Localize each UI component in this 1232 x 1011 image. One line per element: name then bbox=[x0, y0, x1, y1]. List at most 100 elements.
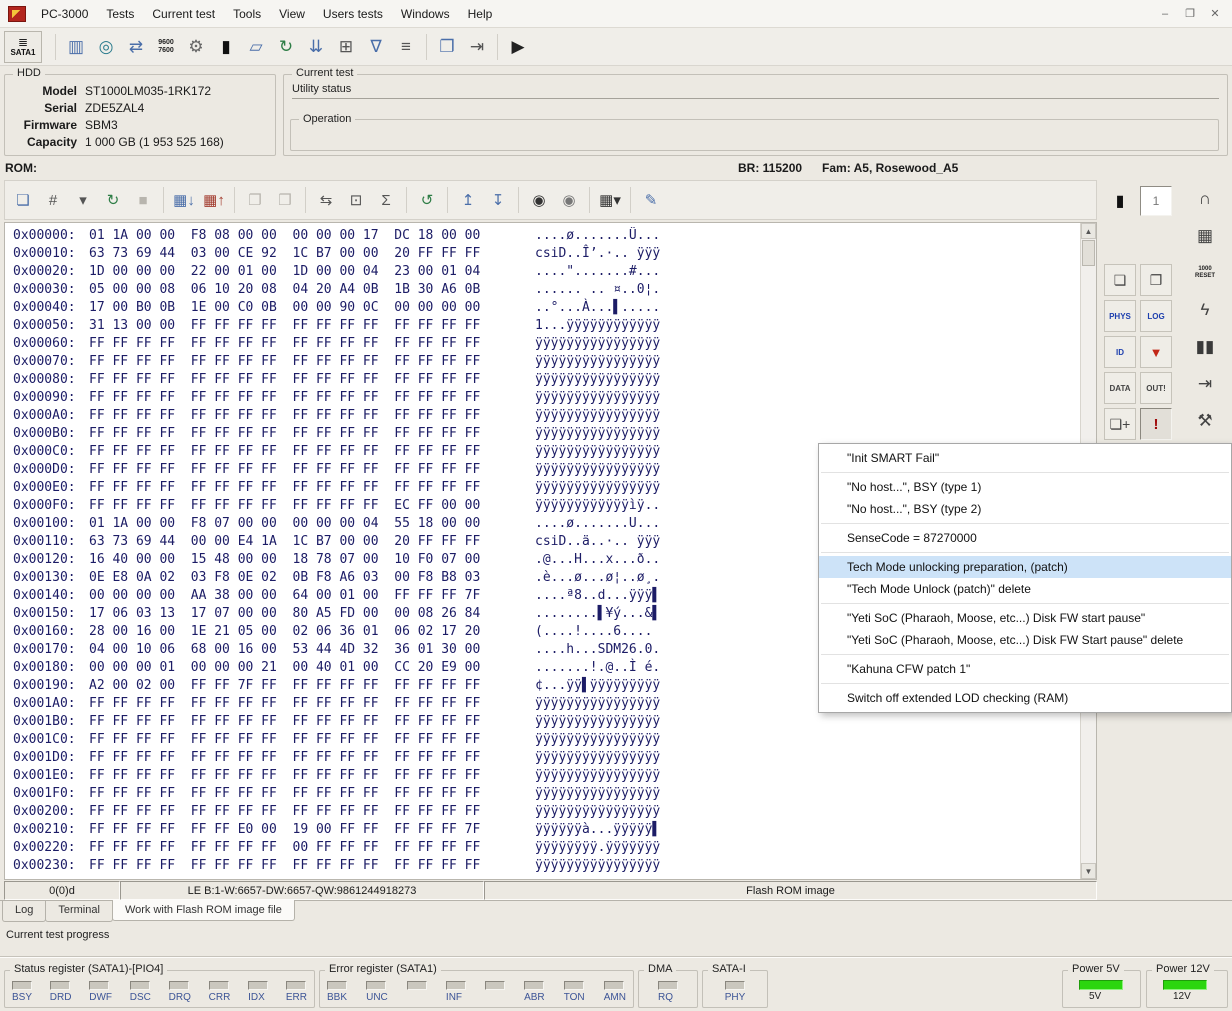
id-button[interactable]: ID bbox=[1104, 336, 1136, 368]
find-icon[interactable]: ◉ bbox=[524, 185, 554, 215]
menu-windows[interactable]: Windows bbox=[392, 2, 459, 26]
hex-row[interactable]: 0x001B0:FF FF FF FF FF FF FF FF FF FF FF… bbox=[13, 713, 1078, 731]
open-image-icon[interactable]: ❏ bbox=[8, 185, 38, 215]
context-menu-item-sensecode-87270000[interactable]: SenseCode = 87270000 bbox=[819, 527, 1231, 549]
menu-help[interactable]: Help bbox=[459, 2, 502, 26]
copy-icon[interactable]: ❐ bbox=[432, 32, 462, 62]
menu-users-tests[interactable]: Users tests bbox=[314, 2, 392, 26]
export-down-icon[interactable]: ↧ bbox=[483, 185, 513, 215]
hex-row[interactable]: 0x001D0:FF FF FF FF FF FF FF FF FF FF FF… bbox=[13, 749, 1078, 767]
search-icon[interactable]: ◎ bbox=[91, 32, 121, 62]
hex-row[interactable]: 0x001C0:FF FF FF FF FF FF FF FF FF FF FF… bbox=[13, 731, 1078, 749]
nvram-chip-icon[interactable]: ▦ bbox=[1190, 221, 1220, 251]
hex-row[interactable]: 0x000A0:FF FF FF FF FF FF FF FF FF FF FF… bbox=[13, 407, 1078, 425]
load-fw-icon[interactable]: ⇊ bbox=[301, 32, 331, 62]
out-chip-button[interactable]: OUT! bbox=[1140, 372, 1172, 404]
filter-dropdown-icon[interactable]: ▾ bbox=[68, 185, 98, 215]
tab-terminal[interactable]: Terminal bbox=[45, 901, 113, 922]
baud-rate-icon[interactable]: 9600 7600 bbox=[151, 32, 181, 62]
save-rom-file-icon[interactable]: ❏ bbox=[1104, 264, 1136, 296]
menu-pc-3000[interactable]: PC-3000 bbox=[32, 2, 97, 26]
chip-select-icon[interactable]: ▦▾ bbox=[595, 185, 625, 215]
active-chip-icon[interactable]: ▮ bbox=[1106, 186, 1134, 216]
hex-row[interactable]: 0x000B0:FF FF FF FF FF FF FF FF FF FF FF… bbox=[13, 425, 1078, 443]
structure-icon[interactable]: # bbox=[38, 185, 68, 215]
menu-tests[interactable]: Tests bbox=[97, 2, 143, 26]
menu-view[interactable]: View bbox=[270, 2, 314, 26]
context-menu-item-no-host-bsy-type-1[interactable]: "No host...", BSY (type 1) bbox=[819, 476, 1231, 498]
loopback-icon[interactable]: ∩ bbox=[1190, 184, 1220, 214]
context-menu-item-tech-mode-unlock-patch-delete[interactable]: "Tech Mode Unlock (patch)" delete bbox=[819, 578, 1231, 600]
menu-current-test[interactable]: Current test bbox=[143, 2, 224, 26]
hex-row[interactable]: 0x001F0:FF FF FF FF FF FF FF FF FF FF FF… bbox=[13, 785, 1078, 803]
find-next-icon[interactable]: ◉ bbox=[554, 185, 584, 215]
close-button[interactable]: ✕ bbox=[1204, 5, 1226, 23]
hex-row[interactable]: 0x00090:FF FF FF FF FF FF FF FF FF FF FF… bbox=[13, 389, 1078, 407]
hex-row[interactable]: 0x00030:05 00 00 08 06 10 20 08 04 20 A4… bbox=[13, 281, 1078, 299]
hex-row[interactable]: 0x00060:FF FF FF FF FF FF FF FF FF FF FF… bbox=[13, 335, 1078, 353]
sector-grid-icon[interactable]: ⊞ bbox=[331, 32, 361, 62]
hex-bytes: 31 13 00 00 FF FF FF FF FF FF FF FF FF F… bbox=[89, 317, 535, 335]
hex-row[interactable]: 0x00080:FF FF FF FF FF FF FF FF FF FF FF… bbox=[13, 371, 1078, 389]
scroll-up-arrow[interactable]: ▲ bbox=[1081, 223, 1096, 239]
context-menu-item-no-host-bsy-type-2[interactable]: "No host...", BSY (type 2) bbox=[819, 498, 1231, 520]
tools-icon[interactable]: ⚒ bbox=[1190, 406, 1220, 436]
context-menu-item-kahuna-cfw-patch-1[interactable]: "Kahuna CFW patch 1" bbox=[819, 658, 1231, 680]
context-menu-item-switch-off-extended-lod-checking-ram[interactable]: Switch off extended LOD checking (RAM) bbox=[819, 687, 1231, 709]
transfer-icon[interactable]: ⇥ bbox=[462, 32, 492, 62]
pause-icon[interactable]: ▮▮ bbox=[1190, 332, 1220, 362]
sata1-port-button[interactable]: ≣ SATA1 bbox=[4, 31, 42, 63]
funnel-icon[interactable]: ∇ bbox=[361, 32, 391, 62]
patch-menu-button[interactable]: ! bbox=[1140, 408, 1172, 440]
flow-icon[interactable]: ⇥ bbox=[1190, 369, 1220, 399]
hex-row[interactable]: 0x00000:01 1A 00 00 F8 08 00 00 00 00 00… bbox=[13, 227, 1078, 245]
hex-row[interactable]: 0x001E0:FF FF FF FF FF FF FF FF FF FF FF… bbox=[13, 767, 1078, 785]
scroll-thumb[interactable] bbox=[1082, 240, 1095, 266]
read-rom-icon[interactable]: ▦↓ bbox=[169, 185, 199, 215]
context-menu-item-yeti-soc-pharaoh-moose-etc-disk-fw-start[interactable]: "Yeti SoC (Pharaoh, Moose, etc...) Disk … bbox=[819, 629, 1231, 651]
context-menu-item-tech-mode-unlocking-preparation-patch[interactable]: Tech Mode unlocking preparation, (patch) bbox=[819, 556, 1231, 578]
script-lines-icon[interactable]: ≡ bbox=[391, 32, 421, 62]
checksum-icon[interactable]: Σ bbox=[371, 185, 401, 215]
write-rom-icon[interactable]: ▦↑ bbox=[199, 185, 229, 215]
load-red-button[interactable]: ▼ bbox=[1140, 336, 1172, 368]
hex-row[interactable]: 0x00010:63 73 69 44 03 00 CE 92 1C B7 00… bbox=[13, 245, 1078, 263]
export-up-icon[interactable]: ↥ bbox=[453, 185, 483, 215]
hex-row[interactable]: 0x00230:FF FF FF FF FF FF FF FF FF FF FF… bbox=[13, 857, 1078, 875]
hex-row[interactable]: 0x00220:FF FF FF FF FF FF FF FF 00 FF FF… bbox=[13, 839, 1078, 857]
socket-icon[interactable]: ϟ bbox=[1190, 295, 1220, 325]
reset-chip-icon[interactable]: 1000 RESET bbox=[1190, 258, 1220, 288]
rom-chip-icon[interactable]: ▮ bbox=[211, 32, 241, 62]
phys-view-button[interactable]: PHYS bbox=[1104, 300, 1136, 332]
tab-work-with-flash-rom-image-file[interactable]: Work with Flash ROM image file bbox=[112, 900, 295, 921]
settings-gears-icon[interactable]: ⚙ bbox=[181, 32, 211, 62]
hex-row[interactable]: 0x00020:1D 00 00 00 22 00 01 00 1D 00 00… bbox=[13, 263, 1078, 281]
context-menu-item-yeti-soc-pharaoh-moose-etc-disk-fw-start[interactable]: "Yeti SoC (Pharaoh, Moose, etc...) Disk … bbox=[819, 607, 1231, 629]
refresh-icon[interactable]: ↻ bbox=[271, 32, 301, 62]
hex-row[interactable]: 0x00070:FF FF FF FF FF FF FF FF FF FF FF… bbox=[13, 353, 1078, 371]
reload-icon[interactable]: ↺ bbox=[412, 185, 442, 215]
restore-button[interactable]: ❐ bbox=[1179, 5, 1201, 23]
minimize-button[interactable]: – bbox=[1154, 5, 1176, 23]
refresh-view-icon[interactable]: ↻ bbox=[98, 185, 128, 215]
scroll-down-arrow[interactable]: ▼ bbox=[1081, 863, 1096, 879]
flag-icon[interactable]: ▱ bbox=[241, 32, 271, 62]
status-window-icon[interactable]: ▥ bbox=[61, 32, 91, 62]
tab-log[interactable]: Log bbox=[2, 901, 46, 922]
hex-row[interactable]: 0x00040:17 00 B0 0B 1E 00 C0 0B 00 00 90… bbox=[13, 299, 1078, 317]
menu-tools[interactable]: Tools bbox=[224, 2, 270, 26]
compare-icon[interactable]: ⇆ bbox=[311, 185, 341, 215]
toolbar-separator bbox=[426, 34, 427, 60]
select-block-icon[interactable]: ⊡ bbox=[341, 185, 371, 215]
edit-signature-icon[interactable]: ✎ bbox=[636, 185, 666, 215]
context-menu-item-init-smart-fail[interactable]: "Init SMART Fail" bbox=[819, 447, 1231, 469]
export-plus-button[interactable]: ❏+ bbox=[1104, 408, 1136, 440]
log-view-button[interactable]: LOG bbox=[1140, 300, 1172, 332]
start-icon[interactable]: ▶ bbox=[503, 32, 533, 62]
open-rom-file-icon[interactable]: ❐ bbox=[1140, 264, 1172, 296]
hex-row[interactable]: 0x00200:FF FF FF FF FF FF FF FF FF FF FF… bbox=[13, 803, 1078, 821]
data-chip-button[interactable]: DATA bbox=[1104, 372, 1136, 404]
switch-port-icon[interactable]: ⇄ bbox=[121, 32, 151, 62]
hex-row[interactable]: 0x00210:FF FF FF FF FF FF E0 00 19 00 FF… bbox=[13, 821, 1078, 839]
hex-row[interactable]: 0x00050:31 13 00 00 FF FF FF FF FF FF FF… bbox=[13, 317, 1078, 335]
